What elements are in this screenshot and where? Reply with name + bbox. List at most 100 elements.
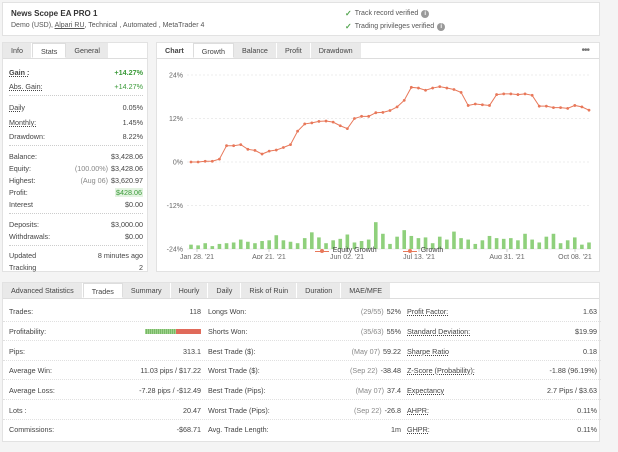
tab-trades[interactable]: Trades [82,283,123,298]
table-row: Profitability: Shorts Won: (35/63) 55% Stand… [3,320,601,340]
stat-value-group: (29/55) 52% [361,306,401,316]
stat-label[interactable]: Sharpe Ratio [407,346,449,356]
growth-chart: 24%12%0%-12%-24%Jan 28, '21 Apr 21, '21 Ju… [167,73,592,260]
profit-row: Profit: $428.06 [9,187,143,197]
tab-summary[interactable]: Summary [122,283,171,298]
stat-value: -26.8 [384,405,401,415]
stat-label[interactable]: AHPR: [407,405,429,415]
stat-value: 37.4 [387,385,401,395]
stat-note: (May 07) [351,346,380,356]
stat-label: Worst Trade ($): [208,366,260,376]
stat-label[interactable]: Profit Factor: [407,306,448,316]
verified-label-1: Track record verified [354,10,419,17]
stat-value: $19.99 [575,327,597,337]
equity-growth-point [409,85,413,89]
info-icon[interactable]: i [437,22,446,31]
chart-tabs: Chart Growth Balance Profit Drawdown [157,43,599,59]
equity-growth-point [281,146,285,149]
equity-growth-point [438,85,442,88]
stat-value: 52% [386,306,401,316]
account-type: Demo (USD), [11,22,55,29]
legend-growth[interactable]: Growth [402,247,443,254]
equity-growth-point [473,102,477,106]
equity-growth-point [388,109,392,112]
tab-hourly[interactable]: Hourly [170,283,209,298]
equity-growth-point [317,120,321,123]
equity-growth-point [488,104,491,107]
trading-privileges-verified: ✓ Trading privileges verified i [345,22,446,31]
tab-stats[interactable]: Stats [32,43,67,58]
equity-growth-point [232,144,236,148]
stat-label: Lots : [9,405,27,415]
account-header: News Scope EA PRO 1 Demo (USD), Alpari R… [2,2,600,36]
equity-growth-point [310,121,314,125]
tab-general[interactable]: General [66,43,109,58]
profitability-win-fill [145,329,176,335]
account-subtitle: Demo (USD), Alpari RU, Technical , Autom… [11,22,204,29]
x-tick-label: Jul 13, '21 [403,254,435,259]
equity-growth-point [353,117,356,120]
drawdown-row: Drawdown: 8.22% [9,131,143,141]
info-icon[interactable]: i [421,9,430,18]
equity-note: (100.00%) [74,163,109,173]
stat-label[interactable]: Standard Deviation: [407,327,470,337]
daily-label[interactable]: Daily [9,103,25,112]
stat-label[interactable]: Expectancy [407,385,444,395]
equity-growth-point [573,104,577,107]
equity-growth-point [516,93,520,96]
y-tick-label: 24% [169,73,183,80]
stat-value-group: (Sep 22) -26.8 [354,405,401,415]
monthly-label[interactable]: Monthly: [9,118,36,127]
legend-equity-growth[interactable]: Equity Growth [314,247,377,254]
equity-growth-point [566,106,570,110]
x-tick-label: Jan 28, '21 [180,254,214,259]
equity-growth-point [267,149,271,153]
tab-mae-mfe[interactable]: MAE/MFE [341,283,392,298]
equity-growth-point [459,91,463,94]
more-options-icon[interactable]: ••• [581,45,589,56]
equity-growth-point [395,105,399,109]
advanced-statistics-heading: Advanced Statistics [3,283,83,298]
tab-profit[interactable]: Profit [276,43,311,58]
stat-value: 1.63 [583,306,597,316]
tab-risk-of-ruin[interactable]: Risk of Ruin [241,283,298,298]
tab-drawdown[interactable]: Drawdown [310,43,362,58]
tab-growth[interactable]: Growth [192,43,234,58]
equity-growth-point [495,93,499,96]
highest-note: (Aug 06) [80,175,109,185]
tab-duration[interactable]: Duration [297,283,342,298]
tab-daily[interactable]: Daily [208,283,242,298]
table-row: Trades: 118 Longs Won: (29/55) 52% Profit Fac… [3,301,601,320]
highest-value: $3,620.97 [111,175,143,185]
equity-growth-point [587,108,591,112]
profit-value: $428.06 [115,187,143,197]
stat-label[interactable]: GHPR: [407,425,430,435]
withdrawals-row: Withdrawals: $0.00 [9,231,143,241]
abs-gain-label[interactable]: Abs. Gain: [9,82,43,91]
tab-info[interactable]: Info [3,43,32,58]
gain-value: +14.27% [114,67,143,77]
stat-note: (29/55) [360,306,384,316]
equity-growth-line [191,86,590,163]
x-tick-label: Apr 21, '21 [252,254,286,259]
equity-growth-point [253,149,257,152]
gain-label[interactable]: Gain : [9,68,29,77]
legend-equity-label: Equity Growth [332,247,377,254]
stat-value-group: (May 07) 37.4 [356,385,401,395]
stat-label: Average Win: [9,366,53,376]
drawdown-label: Drawdown: [9,131,45,141]
tab-balance[interactable]: Balance [233,43,277,58]
equity-growth-point [203,159,207,163]
balance-value: $3,428.06 [111,151,143,161]
equity-value: $3,428.06 [111,163,143,173]
broker-link[interactable]: Alpari RU [55,22,85,29]
drawdown-value: 8.22% [122,131,143,141]
equity-growth-point [523,92,527,96]
equity-growth-point [431,86,435,90]
stat-label: Average Loss: [9,385,55,395]
equity-growth-point [381,110,385,114]
track-record-verified: ✓ Track record verified i [345,9,430,18]
stat-label: Profitability: [9,327,47,337]
stat-label[interactable]: Z-Score (Probability): [407,366,475,376]
equity-growth-point [580,105,584,109]
